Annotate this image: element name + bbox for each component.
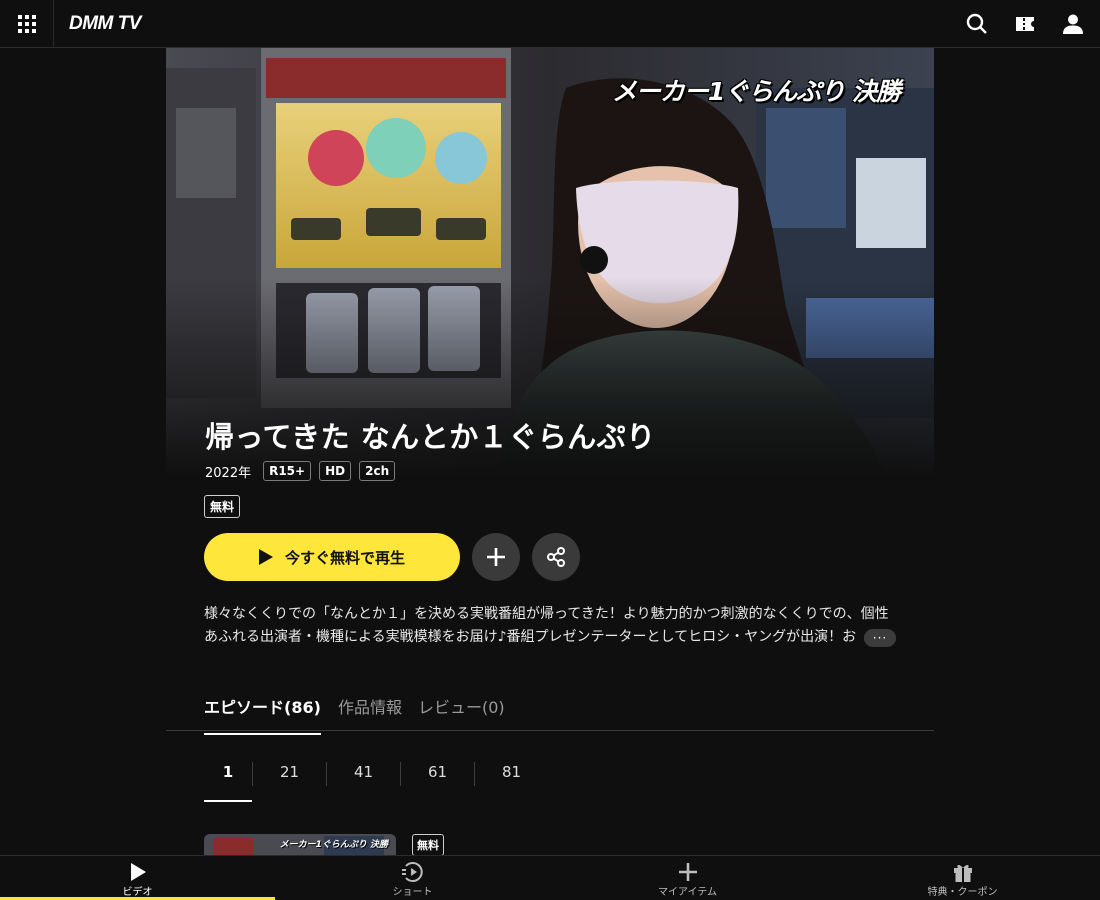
plus-icon bbox=[678, 863, 697, 881]
ticket-button[interactable] bbox=[1012, 11, 1038, 37]
play-button-label: 今すぐ無料で再生 bbox=[284, 548, 405, 567]
user-icon bbox=[1063, 14, 1083, 34]
nav-short-label: ショート bbox=[392, 887, 433, 898]
page-21[interactable]: 21 bbox=[253, 752, 326, 802]
ticket-icon bbox=[1016, 16, 1034, 31]
account-button[interactable] bbox=[1060, 11, 1086, 37]
tab-details[interactable]: 作品情報 bbox=[338, 694, 402, 734]
nav-my-items-label: マイアイテム bbox=[658, 887, 717, 898]
nav-short[interactable]: ショート bbox=[275, 856, 550, 900]
page-41[interactable]: 41 bbox=[327, 752, 400, 802]
hero-caption: メーカー1ぐらんぷり 決勝 bbox=[611, 77, 901, 106]
release-year: 2022年 bbox=[205, 465, 252, 481]
episode-thumbnail[interactable]: メーカー1ぐらんぷり 決勝 bbox=[204, 834, 396, 856]
content-tabs: エピソード(86) 作品情報 レビュー(0) bbox=[166, 690, 934, 735]
play-icon bbox=[258, 549, 273, 565]
nav-video-label: ビデオ bbox=[122, 887, 153, 898]
short-play-icon bbox=[401, 862, 423, 882]
nav-my-items[interactable]: マイアイテム bbox=[550, 856, 825, 900]
episode-thumbnail-caption: メーカー1ぐらんぷり 決勝 bbox=[279, 840, 388, 850]
meta-row: 2022年 R15+ HD 2ch bbox=[205, 461, 396, 481]
search-icon bbox=[966, 13, 987, 34]
grid-menu-button[interactable] bbox=[0, 0, 54, 48]
page-title: 帰ってきた なんとか１ぐらんぷり bbox=[205, 420, 656, 454]
description-line-2: あふれる出演者・機種による実戦模様をお届け♪番組プレゼンテーターとしてヒロシ・ヤ… bbox=[204, 629, 857, 645]
play-icon bbox=[130, 863, 146, 881]
description-line-1: 様々なくくりでの「なんとか１」を決める実戦番組が帰ってきた！より魅力的かつ刺激的… bbox=[204, 606, 889, 622]
top-header: DMM TV bbox=[0, 0, 1100, 48]
dmm-tv-logo[interactable]: DMM TV bbox=[69, 13, 141, 35]
search-button[interactable] bbox=[964, 11, 990, 37]
rating-tag: R15+ bbox=[263, 461, 312, 481]
action-row: 今すぐ無料で再生 bbox=[204, 533, 580, 581]
page-1[interactable]: 1 bbox=[204, 752, 252, 802]
bottom-navigation: ビデオ ショート マイアイテム 特典・クーポン bbox=[0, 855, 1100, 900]
nav-coupons[interactable]: 特典・クーポン bbox=[825, 856, 1100, 900]
page-61[interactable]: 61 bbox=[401, 752, 474, 802]
page-81[interactable]: 81 bbox=[475, 752, 548, 802]
share-icon bbox=[547, 547, 565, 567]
episode-range-pager: 1 21 41 61 81 bbox=[204, 752, 548, 802]
header-actions bbox=[964, 11, 1100, 37]
add-to-list-button[interactable] bbox=[472, 533, 520, 581]
description: 様々なくくりでの「なんとか１」を決める実戦番組が帰ってきた！より魅力的かつ刺激的… bbox=[204, 603, 904, 649]
share-button[interactable] bbox=[532, 533, 580, 581]
tab-reviews[interactable]: レビュー(0) bbox=[418, 694, 505, 734]
nav-video[interactable]: ビデオ bbox=[0, 856, 275, 900]
quality-tag: HD bbox=[319, 461, 352, 481]
show-more-button[interactable]: ··· bbox=[864, 629, 896, 647]
audio-tag: 2ch bbox=[359, 461, 396, 481]
play-now-button[interactable]: 今すぐ無料で再生 bbox=[204, 533, 460, 581]
episode-free-badge: 無料 bbox=[412, 834, 444, 856]
nav-coupons-label: 特典・クーポン bbox=[927, 887, 998, 898]
free-badge: 無料 bbox=[204, 495, 241, 518]
plus-icon bbox=[487, 548, 505, 566]
gift-icon bbox=[953, 864, 972, 882]
grid-menu-icon bbox=[17, 14, 36, 33]
tab-episodes[interactable]: エピソード(86) bbox=[204, 694, 321, 735]
